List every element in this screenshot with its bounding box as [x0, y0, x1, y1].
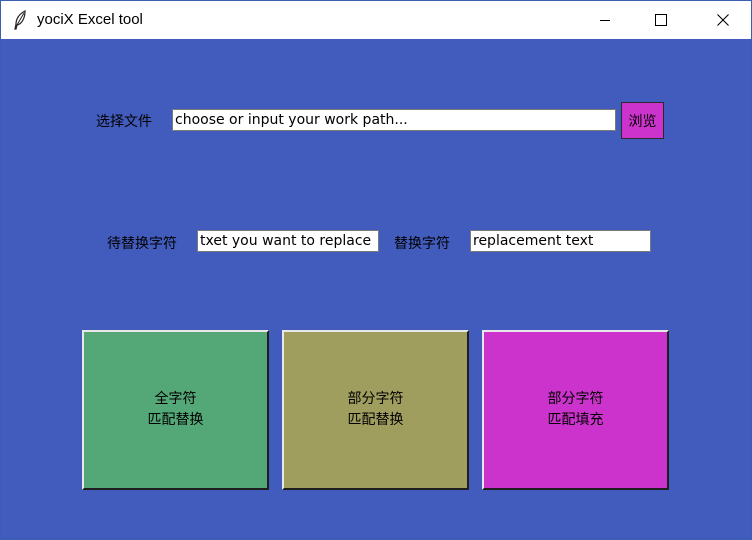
work-path-input[interactable]: choose or input your work path...	[172, 109, 616, 131]
title-bar[interactable]: yociX Excel tool	[1, 1, 751, 39]
feather-icon	[13, 10, 27, 30]
minimize-button[interactable]	[577, 1, 633, 39]
close-icon	[717, 14, 729, 26]
app-window: yociX Excel tool 选择文件 choose or input yo…	[0, 0, 752, 540]
close-button[interactable]	[695, 1, 751, 39]
browse-button[interactable]: 浏览	[621, 102, 664, 139]
select-file-label: 选择文件	[96, 114, 152, 130]
find-text-input[interactable]: txet you want to replace	[197, 230, 379, 252]
button-label-line2: 匹配填充	[547, 412, 604, 428]
button-label-line1: 部分字符	[347, 391, 404, 407]
window-title: yociX Excel tool	[37, 11, 143, 28]
maximize-icon	[655, 14, 667, 26]
replacement-input[interactable]: replacement text	[470, 230, 651, 252]
partial-match-fill-button[interactable]: 部分字符 匹配填充	[482, 330, 669, 490]
button-label-line2: 匹配替换	[147, 412, 204, 428]
button-label-line1: 部分字符	[547, 391, 604, 407]
maximize-button[interactable]	[633, 1, 689, 39]
find-text-label: 待替换字符	[107, 236, 177, 252]
button-label-line1: 全字符	[154, 391, 197, 407]
minimize-icon	[599, 14, 611, 26]
button-label-line2: 匹配替换	[347, 412, 404, 428]
replacement-label: 替换字符	[394, 236, 450, 252]
full-match-replace-button[interactable]: 全字符 匹配替换	[82, 330, 269, 490]
partial-match-replace-button[interactable]: 部分字符 匹配替换	[282, 330, 469, 490]
